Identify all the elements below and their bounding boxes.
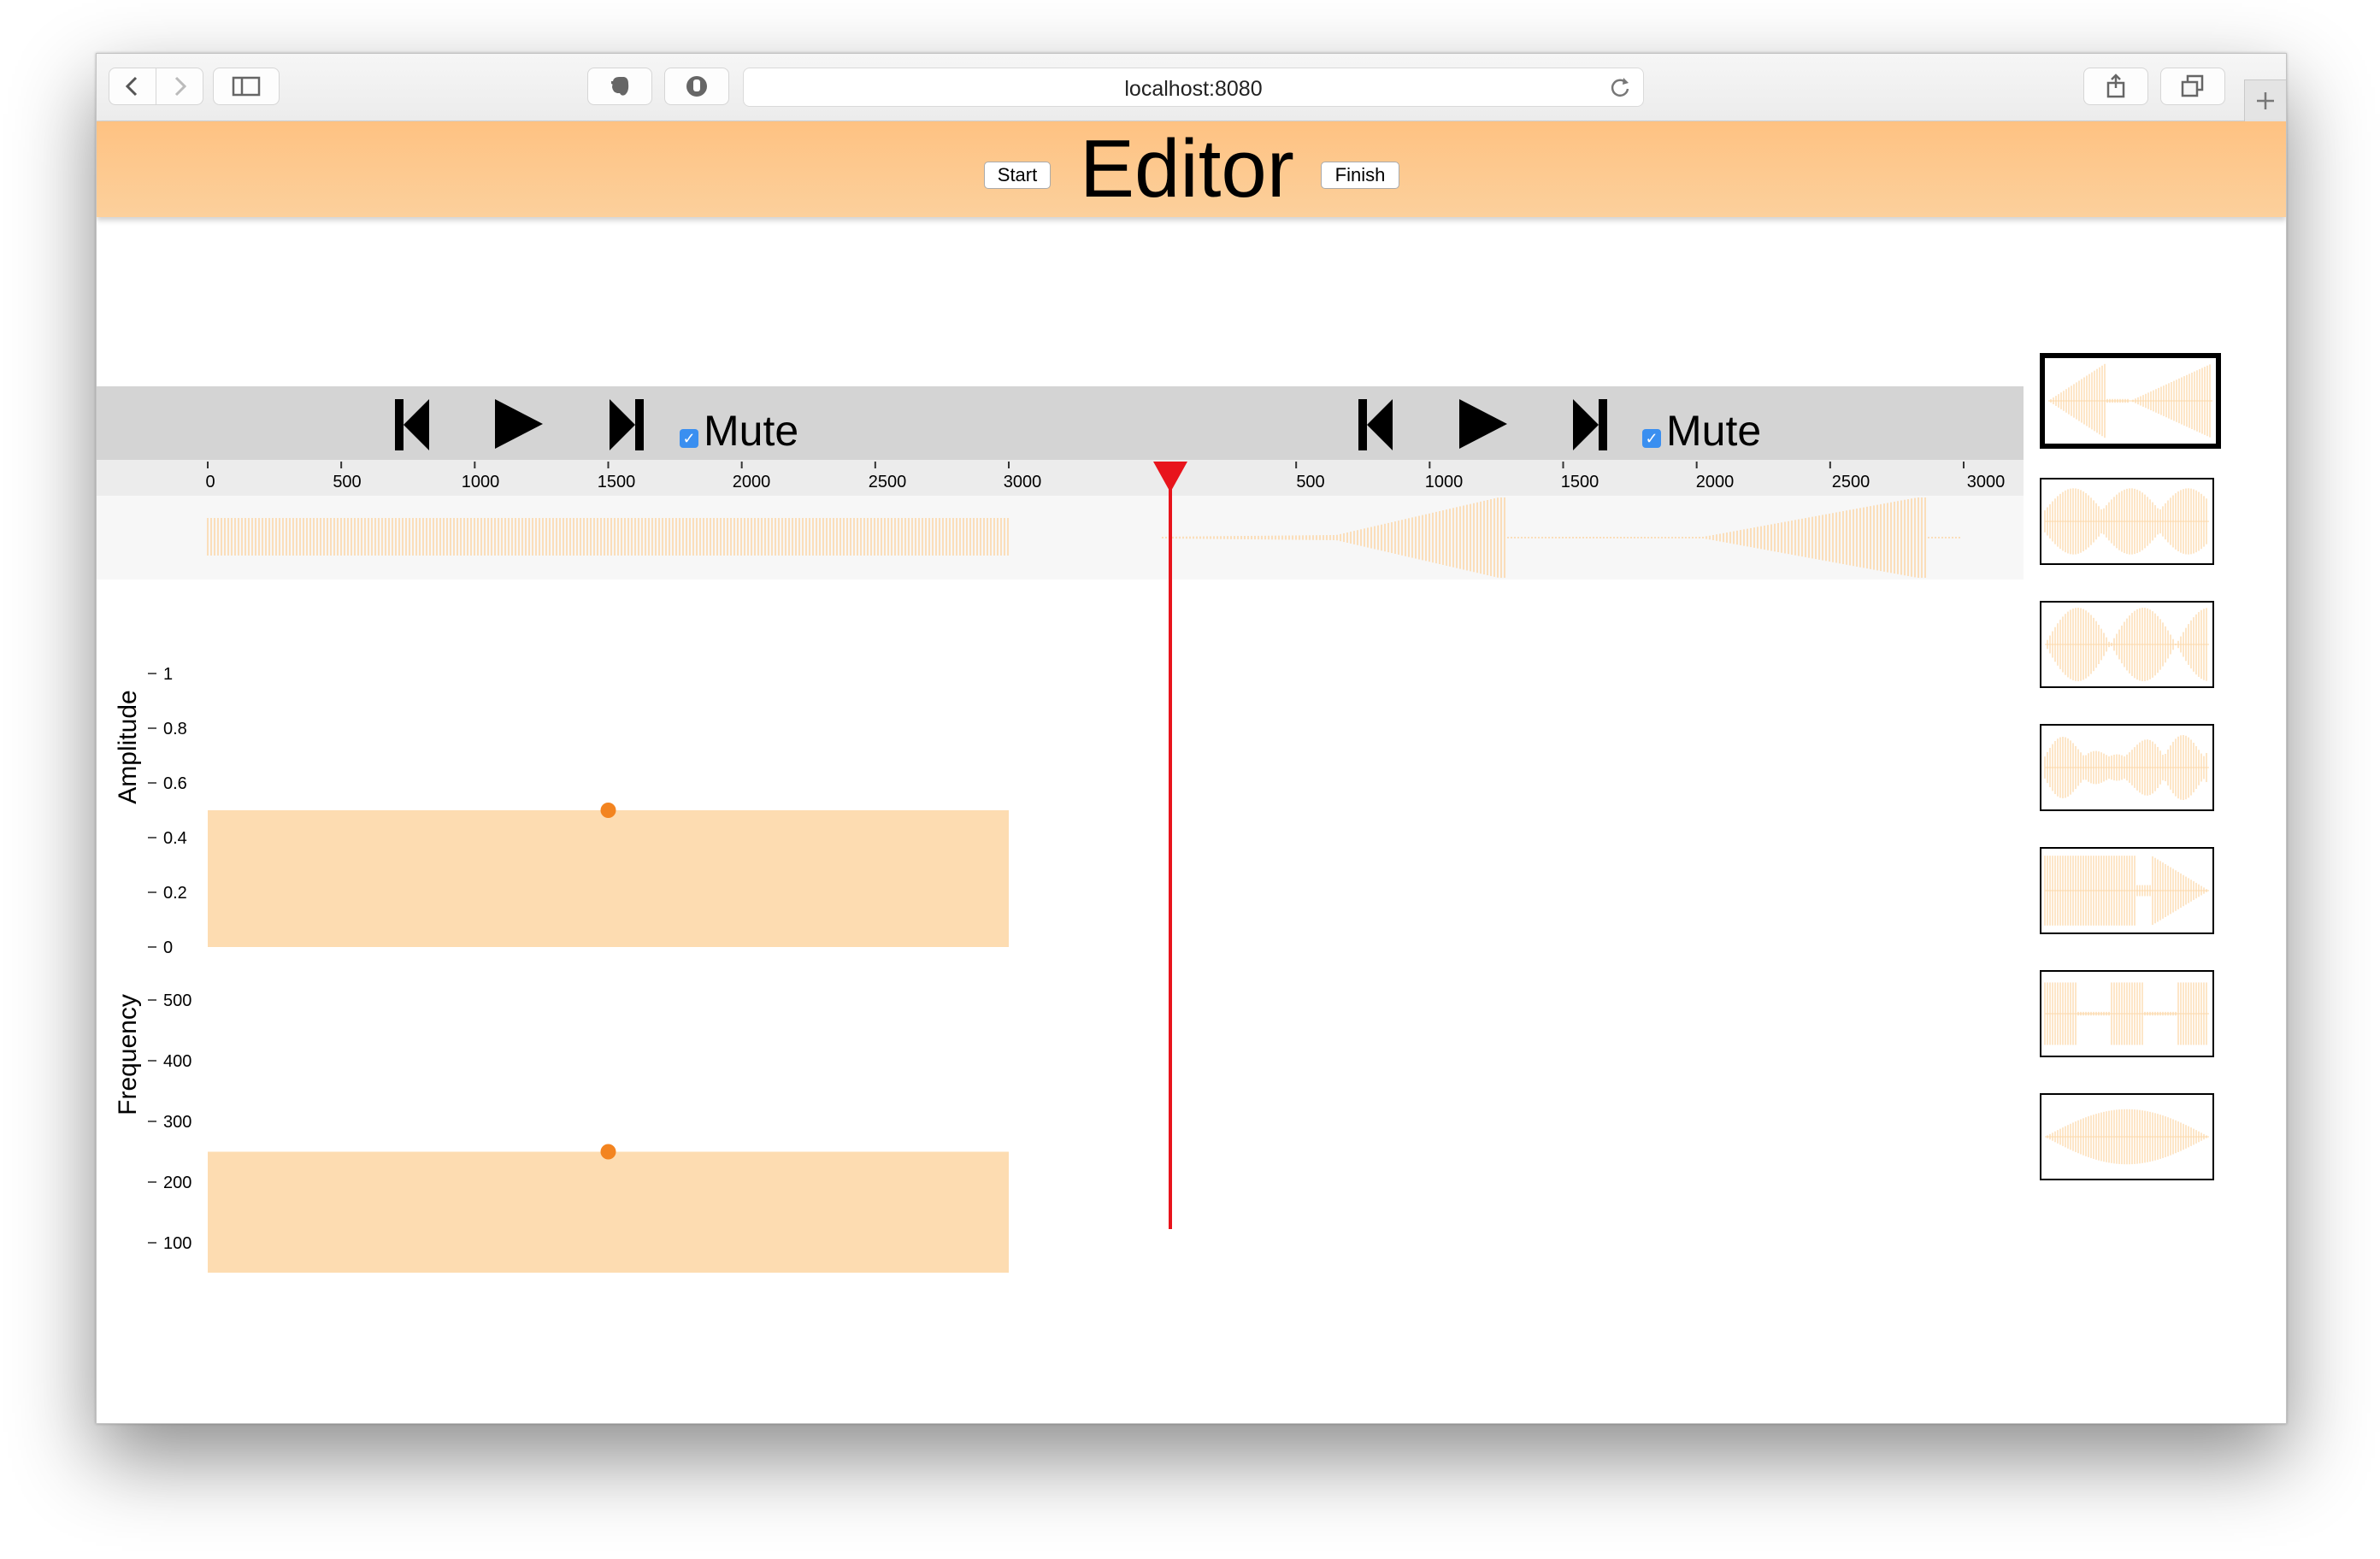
evernote-extension-button[interactable]: [587, 68, 652, 105]
ruler-label: 2500: [868, 473, 907, 491]
skip-forward-icon[interactable]: [1570, 396, 1611, 452]
waveform-thumbnail: [2044, 982, 2209, 1045]
new-tab-button[interactable]: [2244, 79, 2286, 121]
url-text: localhost:8080: [1124, 77, 1263, 101]
preset-thumbnail[interactable]: [2040, 970, 2214, 1057]
skip-forward-icon[interactable]: [606, 396, 647, 452]
ruler-label: 1000: [461, 473, 500, 491]
waveform-thumbnail: [2045, 608, 2209, 681]
share-icon: [2106, 74, 2125, 98]
page-title: Editor: [1080, 123, 1294, 215]
frequency-control-point[interactable]: [600, 1144, 616, 1160]
waveform-thumbnail: [2044, 488, 2209, 555]
playhead[interactable]: [1153, 460, 1187, 1229]
axis-tick-label: 1: [163, 665, 173, 684]
shield-icon: [686, 76, 707, 97]
share-button[interactable]: [2083, 68, 2148, 105]
finish-button[interactable]: Finish: [1321, 162, 1399, 189]
mute-checkbox-left[interactable]: ✓: [680, 429, 698, 448]
ruler-label: 500: [1296, 473, 1325, 491]
parameter-editor: 1 0.8 0.6 0.4 0.2 0 500 400 300 200 100: [148, 665, 1009, 1274]
tabs-overview-button[interactable]: [2160, 68, 2225, 105]
browser-window: localhost:8080 Editor Start Finish ✓ Mut…: [96, 53, 2287, 1424]
ruler-label: 2000: [1695, 473, 1735, 491]
amplitude-bar[interactable]: [208, 810, 1009, 947]
privacy-extension-button[interactable]: [664, 68, 729, 105]
skip-back-icon[interactable]: [1355, 396, 1396, 452]
waveform-thumbnail: [2045, 1109, 2209, 1165]
mute-checkbox-right[interactable]: ✓: [1642, 429, 1661, 448]
sidebar-toggle-button[interactable]: [213, 68, 280, 105]
play-icon[interactable]: [492, 396, 546, 452]
chevron-left-icon: [125, 76, 138, 97]
ruler-label: 3000: [1003, 473, 1042, 491]
axis-tick-label: 0.6: [163, 774, 187, 793]
ruler-label: 2500: [1831, 473, 1870, 491]
chevron-right-icon: [174, 76, 187, 97]
axis-tick-label: 100: [163, 1234, 191, 1253]
axis-tick-label: 0.4: [163, 829, 187, 848]
axis-tick-label: 400: [163, 1052, 191, 1071]
skip-back-icon[interactable]: [392, 396, 433, 452]
axis-tick-label: 300: [163, 1113, 191, 1132]
waveform-thumbnail: [2044, 856, 2209, 926]
preset-thumbnail[interactable]: [2040, 601, 2214, 688]
preset-thumbnail[interactable]: [2040, 478, 2214, 565]
preset-thumbnail[interactable]: [2040, 1093, 2214, 1180]
waveform-thumbnail: [2048, 363, 2212, 438]
forward-button[interactable]: [156, 68, 203, 105]
frequency-bar[interactable]: [208, 1151, 1009, 1274]
reload-icon[interactable]: [1609, 76, 1631, 98]
amplitude-control-point[interactable]: [600, 803, 616, 818]
sidebar-icon: [232, 76, 261, 97]
tabs-icon: [2181, 74, 2204, 97]
ruler-label: 2000: [732, 473, 771, 491]
elephant-icon: [611, 77, 629, 96]
ruler-label: 3000: [1966, 473, 2006, 491]
ruler-label: 1500: [597, 473, 636, 491]
ruler-label: 0: [205, 473, 215, 491]
axis-tick-label: 0.8: [163, 720, 187, 738]
preset-thumbnail[interactable]: [2040, 724, 2214, 811]
axis-tick-label: 0: [163, 938, 173, 957]
ruler-label: 1500: [1560, 473, 1599, 491]
axis-tick-label: 0.2: [163, 884, 187, 903]
play-icon[interactable]: [1456, 396, 1511, 452]
plus-icon: [2257, 92, 2274, 109]
mute-label-left: Mute: [704, 407, 799, 455]
back-button[interactable]: [109, 68, 156, 105]
address-bar[interactable]: localhost:8080: [743, 68, 1644, 107]
start-button[interactable]: Start: [984, 162, 1051, 189]
ruler-label: 500: [333, 473, 362, 491]
axis-tick-label: 500: [163, 991, 191, 1010]
waveform: [207, 497, 1960, 578]
mute-label-right: Mute: [1666, 407, 1762, 455]
waveform-thumbnail: [2044, 735, 2209, 800]
app-header: Editor: [97, 121, 2286, 217]
axis-tick-label: 200: [163, 1174, 191, 1192]
browser-toolbar: localhost:8080: [97, 54, 2286, 121]
ruler-label: 1000: [1424, 473, 1464, 491]
preset-thumbnail[interactable]: [2040, 353, 2221, 449]
preset-thumbnail[interactable]: [2040, 847, 2214, 934]
